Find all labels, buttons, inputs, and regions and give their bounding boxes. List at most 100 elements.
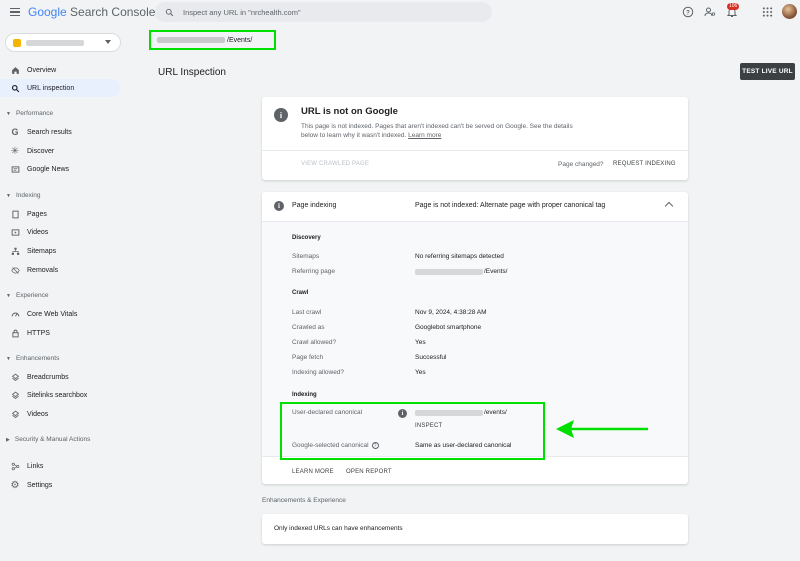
- account-settings-icon[interactable]: [704, 5, 716, 19]
- page-fetch-label: Page fetch: [292, 354, 324, 361]
- sidebar-item-sitelinks-searchbox[interactable]: Sitelinks searchbox: [0, 386, 120, 404]
- page-indexing-status: Page is not indexed: Alternate page with…: [415, 202, 606, 209]
- sidebar-item-core-web-vitals[interactable]: Core Web Vitals: [0, 305, 120, 323]
- sidebar-item-search-results[interactable]: G Search results: [0, 123, 120, 141]
- url-domain-redacted: [157, 37, 225, 43]
- section-label: Performance: [15, 110, 54, 117]
- open-report-button[interactable]: OPEN REPORT: [346, 469, 392, 475]
- learn-more-button[interactable]: LEARN MORE: [292, 469, 334, 475]
- indexing-allowed-label: Indexing allowed?: [292, 369, 345, 376]
- chevron-down-icon: [105, 40, 111, 44]
- sidebar-item-url-inspection[interactable]: URL inspection: [0, 79, 120, 97]
- sidebar-item-discover[interactable]: ✳ Discover: [0, 142, 120, 160]
- hamburger-menu-icon[interactable]: [10, 8, 20, 16]
- url-status-title: URL is not on Google: [301, 106, 398, 117]
- url-status-description: This page is not indexed. Pages that are…: [301, 122, 591, 140]
- sidebar-item-videos[interactable]: Videos: [0, 223, 120, 241]
- speedometer-icon: [10, 309, 20, 319]
- logo-google-text: Google: [28, 5, 67, 19]
- sidebar-item-label: Discover: [27, 147, 55, 155]
- page-indexing-footer: LEARN MORE OPEN REPORT: [262, 456, 688, 484]
- sidebar-item-label: Links: [27, 462, 44, 470]
- learn-more-link[interactable]: Learn more: [408, 132, 441, 139]
- indexing-allowed-value: Yes: [415, 369, 426, 376]
- request-indexing-button[interactable]: REQUEST INDEXING: [613, 161, 676, 167]
- chevron-up-icon[interactable]: [664, 201, 674, 211]
- sidebar-item-settings[interactable]: ⚙ Settings: [0, 476, 120, 494]
- sidebar-item-label: Google News: [27, 165, 70, 173]
- caret-down-icon: ▼: [6, 292, 11, 299]
- diamond-layers-icon: [10, 390, 20, 400]
- enhancements-title: Enhancements & Experience: [262, 497, 346, 504]
- section-label: Security & Manual Actions: [14, 436, 91, 443]
- crawl-allowed-value: Yes: [415, 339, 426, 346]
- apps-grid-icon[interactable]: [762, 5, 773, 19]
- section-security[interactable]: ▶ Security & Manual Actions: [6, 436, 90, 443]
- lock-icon: [10, 328, 20, 338]
- referring-page-label: Referring page: [292, 268, 335, 275]
- crawled-as-value: Googlebot smartphone: [415, 324, 482, 331]
- search-icon: [10, 83, 20, 93]
- section-performance[interactable]: ▼ Performance: [6, 110, 53, 117]
- notification-badge: 106: [727, 3, 740, 10]
- sidebar-item-breadcrumbs[interactable]: Breadcrumbs: [0, 368, 120, 386]
- referring-domain-redacted: [415, 268, 483, 275]
- view-crawled-page-button[interactable]: VIEW CRAWLED PAGE: [301, 161, 369, 167]
- enhancements-message: Only indexed URLs can have enhancements: [274, 525, 403, 532]
- discovery-heading: Discovery: [292, 235, 321, 241]
- divider: [262, 150, 688, 151]
- info-icon: i: [274, 108, 288, 122]
- section-experience[interactable]: ▼ Experience: [6, 292, 48, 299]
- referring-page-value[interactable]: /Events/: [415, 268, 507, 275]
- green-arrow-annotation: [556, 420, 648, 438]
- inspected-url-bar[interactable]: /Events/: [149, 30, 276, 50]
- search-input[interactable]: Inspect any URL in "nrchealth.com": [183, 8, 301, 17]
- section-label: Indexing: [15, 192, 41, 199]
- sidebar-item-label: Core Web Vitals: [27, 310, 78, 318]
- diamond-layers-icon: [10, 409, 20, 419]
- caret-down-icon: ▼: [6, 110, 11, 117]
- caret-right-icon: ▶: [6, 436, 10, 443]
- sidebar: Overview URL inspection ▼ Performance G S…: [0, 24, 128, 561]
- url-inspect-search[interactable]: Inspect any URL in "nrchealth.com": [155, 2, 492, 22]
- last-crawl-label: Last crawl: [292, 309, 322, 316]
- indexing-heading: Indexing: [292, 392, 317, 398]
- test-live-url-button[interactable]: TEST LIVE URL: [740, 63, 795, 80]
- sidebar-item-pages[interactable]: Pages: [0, 205, 120, 223]
- help-icon[interactable]: ?: [682, 5, 694, 19]
- page-indexing-header[interactable]: i Page indexing Page is not indexed: Alt…: [262, 192, 688, 221]
- video-icon: [10, 227, 20, 237]
- sidebar-item-enh-videos[interactable]: Videos: [0, 405, 120, 423]
- sidebar-item-label: Removals: [27, 266, 59, 274]
- referring-path: /Events/: [484, 268, 508, 275]
- top-bar: Google Search Console Inspect any URL in…: [0, 0, 800, 24]
- pages-icon: [10, 209, 20, 219]
- property-favicon-icon: [13, 38, 21, 47]
- property-selector[interactable]: [5, 33, 121, 52]
- section-indexing[interactable]: ▼ Indexing: [6, 192, 41, 199]
- crawl-heading: Crawl: [292, 290, 309, 296]
- sidebar-item-google-news[interactable]: Google News: [0, 160, 120, 178]
- section-enhancements[interactable]: ▼ Enhancements: [6, 355, 59, 362]
- inspected-url-path: /Events/: [227, 36, 253, 44]
- canonical-highlight-box: [280, 402, 545, 460]
- user-avatar[interactable]: [782, 4, 797, 19]
- news-icon: [10, 164, 20, 174]
- sidebar-item-links[interactable]: Links: [0, 457, 120, 475]
- diamond-layers-icon: [10, 372, 20, 382]
- sidebar-item-removals[interactable]: Removals: [0, 261, 120, 279]
- sidebar-item-sitemaps[interactable]: Sitemaps: [0, 242, 120, 260]
- last-crawl-value: Nov 9, 2024, 4:38:28 AM: [415, 309, 487, 316]
- google-g-icon: G: [11, 127, 19, 137]
- section-label: Experience: [15, 292, 49, 299]
- app-logo[interactable]: Google Search Console: [28, 5, 155, 19]
- home-icon: [10, 65, 20, 75]
- sidebar-item-label: Settings: [27, 481, 53, 489]
- page-title: URL Inspection: [158, 67, 226, 78]
- logo-product-text: Search Console: [70, 5, 156, 19]
- sidebar-item-overview[interactable]: Overview: [0, 61, 120, 79]
- svg-text:?: ?: [686, 10, 690, 16]
- crawled-as-label: Crawled as: [292, 324, 325, 331]
- sitemap-icon: [10, 246, 20, 256]
- sidebar-item-https[interactable]: HTTPS: [0, 324, 120, 342]
